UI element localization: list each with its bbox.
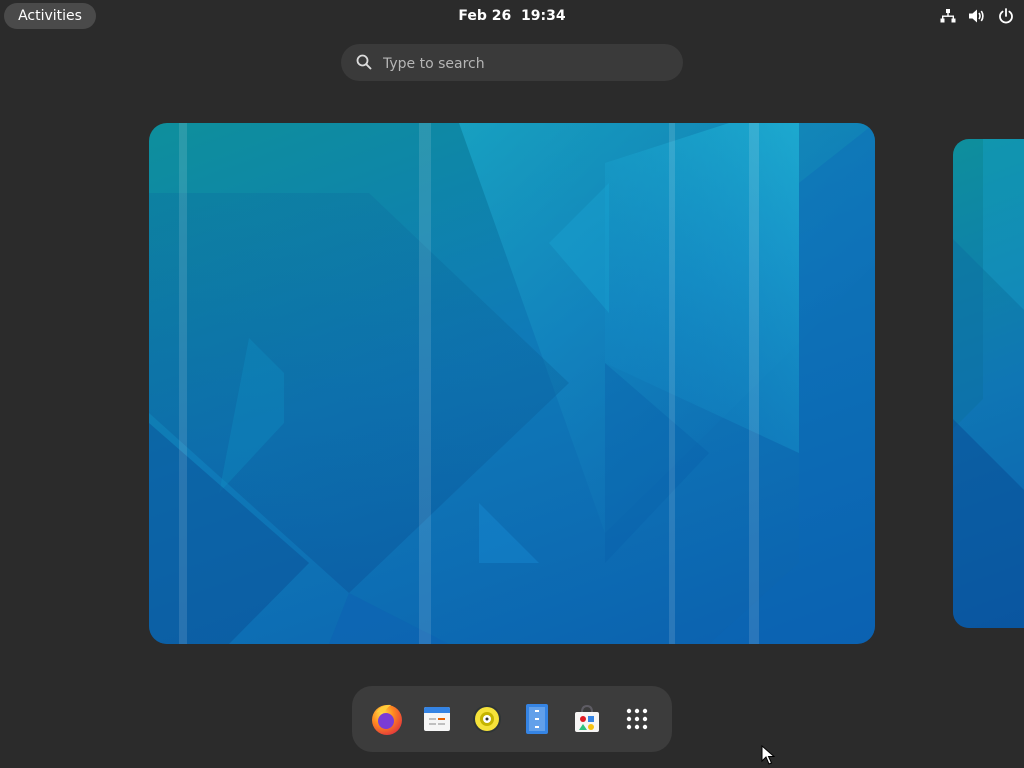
- search-icon: [356, 54, 372, 70]
- workspace-thumbnail-next[interactable]: [953, 139, 1024, 628]
- dash: [352, 686, 672, 752]
- clock-area: Feb 26 19:34: [0, 0, 1024, 32]
- calendar-icon[interactable]: [413, 695, 461, 743]
- firefox-icon[interactable]: [363, 695, 411, 743]
- workspace-next-wallpaper: [953, 139, 1024, 628]
- search-field[interactable]: [341, 44, 683, 83]
- network-wired-icon[interactable]: [938, 6, 958, 26]
- system-tray[interactable]: [938, 5, 1016, 27]
- volume-icon[interactable]: [967, 6, 987, 26]
- workspace-wallpaper: [149, 123, 875, 644]
- workspace-thumbnail-current[interactable]: [149, 123, 875, 644]
- files-icon[interactable]: [513, 695, 561, 743]
- software-icon[interactable]: [563, 695, 611, 743]
- power-icon[interactable]: [996, 6, 1016, 26]
- search-input[interactable]: [381, 44, 675, 83]
- mouse-pointer-icon: [761, 745, 775, 765]
- activities-button[interactable]: Activities: [4, 3, 96, 29]
- clock-label[interactable]: Feb 26 19:34: [458, 8, 565, 24]
- rhythmbox-icon[interactable]: [463, 695, 511, 743]
- show-apps-grid-icon[interactable]: [613, 695, 661, 743]
- top-bar: Activities Feb 26 19:34: [0, 0, 1024, 32]
